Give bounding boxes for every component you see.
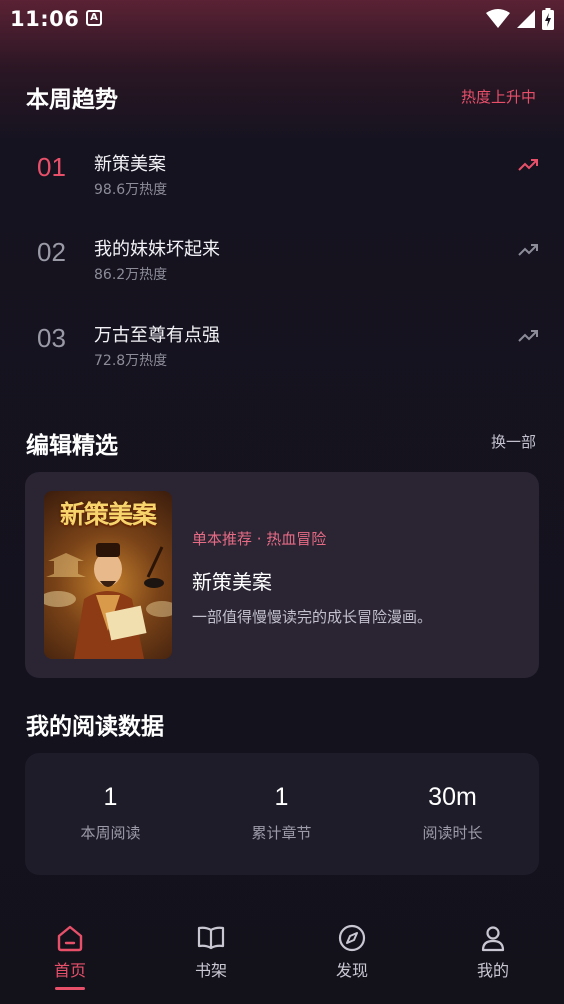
nav-label: 首页 <box>53 961 86 980</box>
reading-stats-title: 我的阅读数据 <box>26 714 164 740</box>
switch-pick-button[interactable]: 换一部 <box>491 431 536 452</box>
status-time: 11:06 <box>10 7 80 31</box>
signal-icon <box>517 10 535 28</box>
active-indicator <box>55 987 85 990</box>
book-cover: 新策美案 <box>44 491 172 659</box>
trend-rank: 01 <box>37 152 66 182</box>
stat-value: 1 <box>274 783 289 811</box>
pick-description: 一部值得慢慢读完的成长冒险漫画。 <box>192 608 433 626</box>
trending-up-icon <box>518 159 538 171</box>
nav-item-home[interactable]: 首页 <box>30 923 110 990</box>
pick-book-title: 新策美案 <box>192 570 272 594</box>
nav-label: 发现 <box>335 961 368 980</box>
book-icon <box>197 926 225 950</box>
cover-illustration <box>44 543 172 659</box>
trending-up-icon <box>518 330 538 342</box>
stat-total-chapters: 1 累计章节 <box>196 783 367 843</box>
user-icon <box>481 926 505 952</box>
trend-title: 我的妹妹坏起来 <box>94 239 220 260</box>
trend-item[interactable]: 02 我的妹妹坏起来 86.2万热度 <box>0 237 564 317</box>
status-bar: 11:06 A <box>0 0 564 38</box>
trend-rank: 03 <box>37 323 66 353</box>
trend-rank: 02 <box>37 237 66 267</box>
trend-heat: 86.2万热度 <box>94 267 168 283</box>
stat-label: 阅读时长 <box>422 824 483 842</box>
trend-heat: 72.8万热度 <box>94 353 168 369</box>
editor-pick-title: 编辑精选 <box>26 433 118 459</box>
trend-title: 万古至尊有点强 <box>94 325 220 346</box>
trend-heat: 98.6万热度 <box>94 182 168 198</box>
home-icon <box>57 925 83 952</box>
stat-weekly-reads: 1 本周阅读 <box>25 783 196 843</box>
wifi-icon <box>486 9 510 28</box>
notification-app-icon: A <box>86 10 102 26</box>
status-icons <box>486 8 554 30</box>
reading-stats-card: 1 本周阅读 1 累计章节 30m 阅读时长 <box>25 753 539 875</box>
trend-item[interactable]: 01 新策美案 98.6万热度 <box>0 152 564 232</box>
pick-tag: 单本推荐 · 热血冒险 <box>192 530 327 548</box>
nav-label: 书架 <box>194 961 227 980</box>
trends-title: 本周趋势 <box>26 87 118 113</box>
battery-charging-icon <box>542 8 554 30</box>
stat-reading-time: 30m 阅读时长 <box>367 783 538 843</box>
trend-title: 新策美案 <box>94 154 166 175</box>
nav-item-discover[interactable]: 发现 <box>312 923 392 981</box>
trends-status: 热度上升中 <box>460 88 536 106</box>
editor-pick-card[interactable]: 新策美案 单本推荐 · 热血冒险 新策美案 一部值得慢慢读完的成长冒险漫画。 <box>25 472 539 678</box>
compass-icon <box>338 924 366 952</box>
stat-label: 本周阅读 <box>80 824 141 842</box>
stat-label: 累计章节 <box>251 824 312 842</box>
stat-value: 1 <box>103 783 118 811</box>
trend-item[interactable]: 03 万古至尊有点强 72.8万热度 <box>0 323 564 403</box>
bottom-nav: 首页 书架 发现 我的 <box>0 905 564 1004</box>
trending-up-icon <box>518 244 538 256</box>
nav-item-bookshelf[interactable]: 书架 <box>171 923 251 981</box>
stat-value: 30m <box>428 783 477 811</box>
nav-item-profile[interactable]: 我的 <box>453 923 533 981</box>
nav-label: 我的 <box>476 961 509 980</box>
